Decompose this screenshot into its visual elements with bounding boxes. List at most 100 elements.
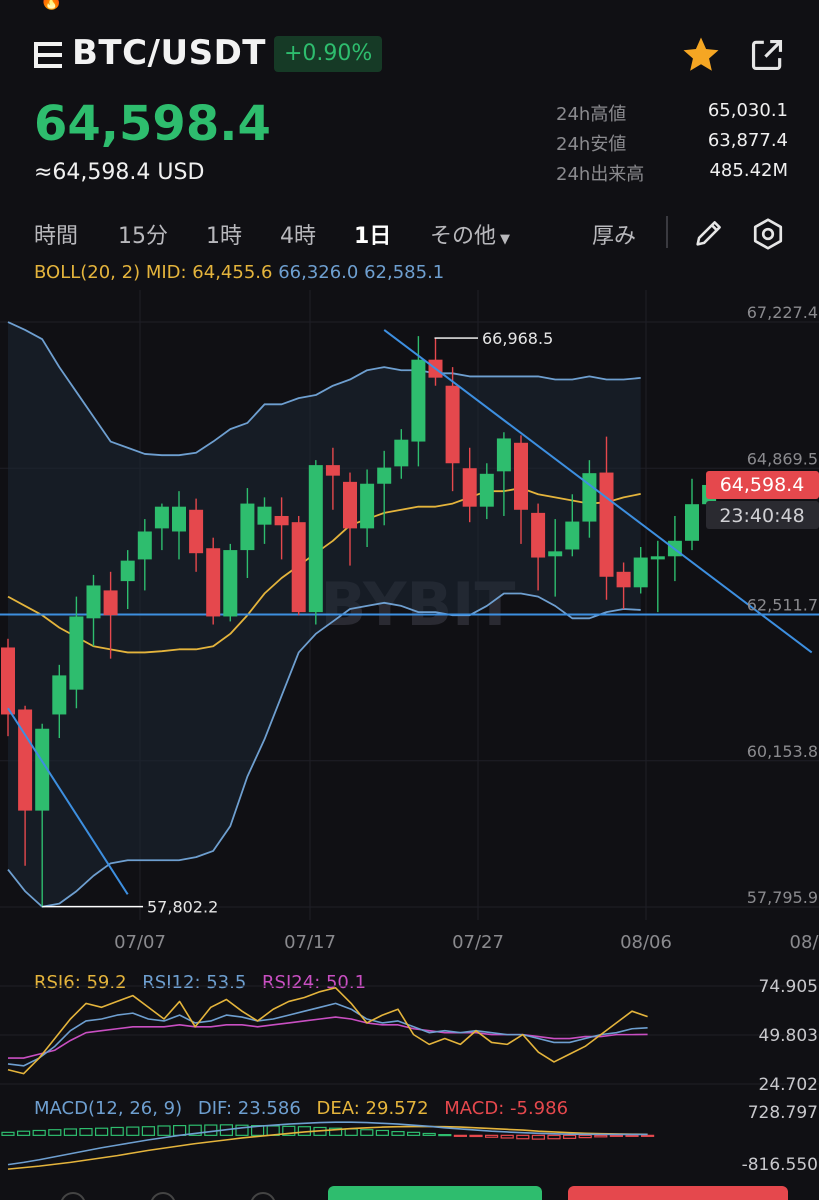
tab-time[interactable]: 時間: [34, 218, 78, 250]
change-badge: +0.90%: [274, 36, 383, 72]
macd-hist-bar: [625, 1134, 639, 1137]
pencil-icon[interactable]: [692, 216, 726, 250]
candle-body: [120, 560, 135, 582]
macd-hist-bar: [594, 1134, 608, 1138]
candle-body: [291, 522, 306, 613]
macd-hist-bar: [32, 1129, 46, 1136]
chevron-down-icon: ▼: [500, 232, 511, 247]
candle-body: [650, 556, 665, 560]
candle-body: [343, 481, 357, 529]
tab-1d[interactable]: 1日: [354, 218, 391, 250]
macd-hist-bar: [516, 1134, 530, 1140]
stat-value: 63,877.4: [707, 130, 788, 151]
y-axis-label: 62,511.7: [747, 596, 818, 615]
macd-hist-bar: [407, 1131, 421, 1136]
share-icon[interactable]: [748, 36, 786, 74]
boll-bands-label: 66,326.0 62,585.1: [278, 262, 445, 283]
candle-body: [274, 515, 289, 526]
x-axis-label: 08/06: [620, 932, 672, 953]
rsi-chart: 74.905 49.803 24.702: [0, 977, 819, 1095]
macd-hist-bar: [344, 1128, 358, 1136]
stat-value: 65,030.1: [707, 100, 788, 121]
rsi24-line: [8, 1016, 648, 1059]
menu-icon[interactable]: [34, 42, 62, 68]
candle-body: [69, 616, 84, 690]
candle-body: [616, 571, 631, 588]
pair-title[interactable]: BTC/USDT: [72, 33, 266, 73]
tab-more-label: その他: [430, 224, 497, 249]
stat-label: 24h高値: [556, 104, 627, 125]
candle-body: [496, 438, 511, 472]
candle-body: [514, 442, 528, 510]
countdown-tag-label: 23:40:48: [719, 505, 804, 527]
stat-label: 24h出来高: [556, 164, 645, 185]
macd-hist-bar: [157, 1125, 171, 1136]
sell-button[interactable]: [568, 1186, 788, 1200]
last-price: 64,598.4: [34, 96, 271, 152]
stat-value: 485.42M: [709, 160, 788, 181]
tab-1h[interactable]: 1時: [206, 218, 242, 250]
macd-hist-bar: [204, 1124, 218, 1136]
macd-hist-bar: [578, 1134, 592, 1139]
tab-15m[interactable]: 15分: [118, 218, 168, 250]
candle-body: [103, 590, 118, 616]
stat-row-low: 24h安値 63,877.4: [556, 130, 788, 160]
macd-y-label: -816.550: [742, 1155, 818, 1175]
rsi-y-label: 49.803: [759, 1026, 818, 1046]
candle-body: [223, 550, 238, 617]
macd-hist-bar: [360, 1129, 374, 1136]
nav-icon[interactable]: [60, 1192, 86, 1200]
macd-hist-bar: [562, 1134, 577, 1139]
candle-body: [86, 585, 101, 619]
y-axis-label: 57,795.9: [747, 888, 818, 907]
favorite-star-icon[interactable]: [680, 34, 722, 76]
gear-icon[interactable]: [750, 216, 786, 252]
macd-y-label: 728.797: [748, 1103, 818, 1123]
macd-hist-bar: [438, 1134, 452, 1137]
macd-hist-bar: [485, 1134, 499, 1138]
candlestick-chart[interactable]: BYBIT66,968.557,802.267,227.464,869.562,…: [0, 290, 819, 960]
buy-button[interactable]: [328, 1186, 542, 1200]
boll-legend: BOLL(20, 2) MID: 64,455.6 66,326.0 62,58…: [34, 262, 444, 283]
macd-hist-bar: [609, 1134, 624, 1137]
macd-hist-bar: [500, 1134, 514, 1139]
macd-hist-bar: [94, 1127, 109, 1136]
candle-body: [18, 709, 33, 811]
nav-icon[interactable]: [150, 1192, 176, 1200]
nav-icon[interactable]: [250, 1192, 276, 1200]
x-axis-label: 07/07: [114, 932, 166, 953]
stat-row-volume: 24h出来高 485.42M: [556, 160, 788, 190]
high-marker-label: 66,968.5: [482, 329, 553, 348]
macd-hist-bar: [17, 1130, 31, 1136]
header: BTC/USDT +0.90%: [0, 24, 819, 84]
price-usd: ≈64,598.4 USD: [34, 160, 205, 185]
x-axis-label: 07/27: [452, 932, 504, 953]
candle-body: [394, 439, 409, 467]
top-strip: 🔥: [0, 0, 819, 10]
x-axis-label: 08/: [790, 932, 819, 953]
macd-hist-bar: [79, 1127, 93, 1136]
current-price-tag-label: 64,598.4: [720, 474, 805, 496]
macd-hist-bar: [63, 1128, 78, 1136]
candle-body: [377, 467, 392, 484]
tab-4h[interactable]: 4時: [280, 218, 316, 250]
macd-hist-bar: [375, 1129, 389, 1136]
tab-more[interactable]: その他 ▼: [430, 218, 510, 250]
candle-body: [240, 503, 255, 551]
candle-body: [1, 647, 15, 715]
macd-hist-bar: [141, 1126, 155, 1136]
macd-hist-bar: [547, 1134, 561, 1140]
macd-hist-bar: [640, 1134, 655, 1137]
candle-body: [685, 504, 699, 541]
macd-hist-bar: [110, 1126, 124, 1136]
candle-body: [633, 557, 648, 588]
tab-depth[interactable]: 厚み: [592, 218, 636, 250]
timeframe-tabs: 時間 15分 1時 4時 1日 その他 ▼ 厚み: [0, 214, 819, 254]
divider: [666, 216, 668, 248]
macd-hist-bar: [1, 1131, 15, 1136]
rsi-y-label: 24.702: [759, 1075, 818, 1095]
candle-body: [548, 551, 563, 557]
macd-hist-bar: [391, 1131, 405, 1136]
candle-body: [531, 512, 546, 558]
macd-hist-bar: [126, 1126, 140, 1136]
